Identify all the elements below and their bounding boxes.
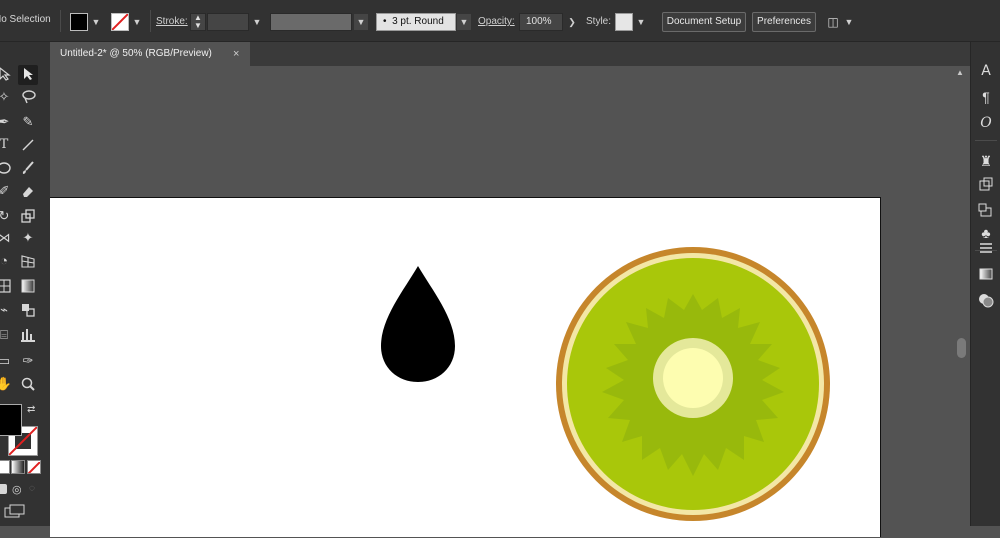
gradient-icon[interactable] — [18, 276, 38, 296]
close-tab-icon[interactable]: × — [233, 42, 239, 66]
fill-dropdown-chevron-icon[interactable]: ▼ — [89, 14, 103, 30]
puppet-warp-icon[interactable]: ✦ — [18, 228, 38, 248]
brush-definition-field[interactable]: • 3 pt. Round — [376, 13, 456, 31]
type-icon[interactable]: T — [0, 135, 14, 155]
style-chevron-icon[interactable]: ▼ — [634, 14, 648, 30]
hand-icon[interactable]: ✋ — [0, 374, 14, 394]
artboard[interactable] — [50, 197, 881, 537]
column-graph-icon[interactable] — [18, 325, 38, 345]
selection-icon[interactable] — [18, 65, 38, 85]
scroll-up-icon[interactable]: ▲ — [956, 68, 964, 77]
scrollbar-thumb[interactable] — [957, 338, 966, 358]
opacity-arrow-icon[interactable]: ❯ — [565, 14, 579, 30]
gradient-panel-icon[interactable] — [977, 266, 995, 284]
divider — [60, 10, 61, 32]
transform-icon[interactable] — [977, 176, 995, 194]
kiwi-slice-group[interactable] — [556, 247, 830, 521]
stroke-weight-stepper[interactable]: ▲ ▼ — [190, 13, 206, 31]
paragraph-icon[interactable]: ¶ — [977, 88, 995, 106]
stroke-panel-icon[interactable] — [977, 240, 995, 258]
draw-inside-icon[interactable]: ◌ — [29, 483, 35, 494]
line-segment-icon[interactable] — [18, 135, 38, 155]
opentype-icon[interactable]: O — [977, 114, 995, 132]
stroke-swatch[interactable] — [111, 13, 129, 31]
stroke-label: Stroke: — [156, 16, 188, 27]
transparency-icon[interactable] — [977, 292, 995, 310]
document-tab[interactable]: Untitled-2* @ 50% (RGB/Preview) — [50, 42, 250, 66]
symbol-sprayer-icon[interactable]: ⌸ — [0, 325, 14, 345]
kiwi-core — [663, 348, 723, 408]
stroke-weight-field[interactable] — [207, 13, 249, 31]
default-fill-stroke-icon[interactable]: ⇄ — [27, 404, 35, 415]
panel-divider — [975, 140, 997, 141]
control-bar: No Selection ▼ ▼ Stroke: ▲▼ ▼ ▼ • 3 pt. … — [0, 0, 1000, 42]
vertical-scrollbar[interactable]: ▲ — [952, 66, 970, 526]
arrange-chevron-icon[interactable]: ▼ — [842, 14, 856, 30]
brush-chevron-icon[interactable]: ▼ — [457, 14, 471, 30]
profile-chevron-icon[interactable]: ▼ — [354, 14, 368, 30]
pen-icon[interactable]: ✒ — [0, 112, 14, 132]
selection-status: No Selection — [0, 14, 51, 25]
zoom-icon[interactable] — [18, 374, 38, 394]
opacity-field[interactable]: 100% — [519, 13, 563, 31]
artboard-icon[interactable]: ▭ — [0, 351, 14, 371]
opacity-value: 100% — [526, 16, 552, 27]
brush-label: 3 pt. Round — [392, 16, 444, 27]
change-screen-mode-icon[interactable] — [4, 504, 26, 518]
align-icon[interactable] — [977, 202, 995, 220]
shape-builder-icon[interactable]: ◔ — [0, 251, 14, 271]
rotate-icon[interactable]: ↻ — [0, 206, 14, 226]
color-mode-icon[interactable] — [0, 460, 10, 474]
document-tab-bar: Untitled-2* @ 50% (RGB/Preview) × — [50, 42, 970, 66]
blend-icon[interactable] — [18, 300, 38, 320]
divider — [150, 10, 151, 32]
brush-dot-icon: • — [383, 16, 393, 27]
fill-color-box[interactable] — [0, 404, 22, 436]
character-icon[interactable]: A — [977, 62, 995, 80]
water-drop-shape[interactable] — [381, 266, 455, 382]
style-label: Style: — [586, 16, 612, 27]
document-setup-button[interactable]: Document Setup — [662, 12, 746, 32]
artwork-canvas — [381, 247, 830, 521]
panel-dock: A ¶ O ♜ ♣ — [970, 42, 1000, 526]
draw-behind-icon[interactable]: ◎ — [12, 483, 22, 496]
shaper-icon[interactable]: ✐ — [0, 181, 14, 201]
mesh-icon[interactable] — [0, 276, 14, 296]
no-stroke-icon — [111, 13, 129, 31]
stroke-weight-chevron-icon[interactable]: ▼ — [250, 14, 264, 30]
lasso-icon[interactable] — [18, 87, 38, 107]
perspective-grid-icon[interactable] — [18, 251, 38, 271]
variable-width-profile[interactable] — [270, 13, 352, 31]
width-icon[interactable]: ⋈ — [0, 228, 14, 248]
slice-icon[interactable]: ✑ — [18, 351, 38, 371]
tools-panel: ✧ ✒ ✎ T ✐ ↻ ⋈ ✦ ◔ ⌁ ⌸ ▭ ✑ ✋ ⇄ ◎ ◌ — [0, 42, 50, 526]
curvature-icon[interactable]: ✎ — [18, 112, 38, 132]
none-mode-icon[interactable] — [27, 460, 41, 474]
stroke-dropdown-chevron-icon[interactable]: ▼ — [130, 14, 144, 30]
document-tab-title: Untitled-2* @ 50% (RGB/Preview) — [60, 48, 212, 59]
graphic-style-swatch[interactable] — [615, 13, 633, 31]
eraser-icon[interactable] — [18, 181, 38, 201]
eyedropper-icon[interactable]: ⌁ — [0, 300, 14, 320]
puppet-icon[interactable]: ♜ — [977, 152, 995, 170]
paintbrush-icon[interactable] — [18, 158, 38, 178]
ellipse-icon[interactable] — [0, 158, 14, 178]
opacity-label: Opacity: — [478, 16, 515, 27]
arrange-documents-icon[interactable]: ◫ — [826, 14, 840, 30]
gradient-mode-icon[interactable] — [11, 460, 25, 474]
fill-swatch[interactable] — [70, 13, 88, 31]
magic-wand-icon[interactable]: ✧ — [0, 87, 14, 107]
preferences-button[interactable]: Preferences — [752, 12, 816, 32]
direct-selection-icon[interactable] — [0, 65, 14, 85]
scale-icon[interactable] — [18, 206, 38, 226]
draw-normal-icon[interactable] — [0, 484, 7, 494]
